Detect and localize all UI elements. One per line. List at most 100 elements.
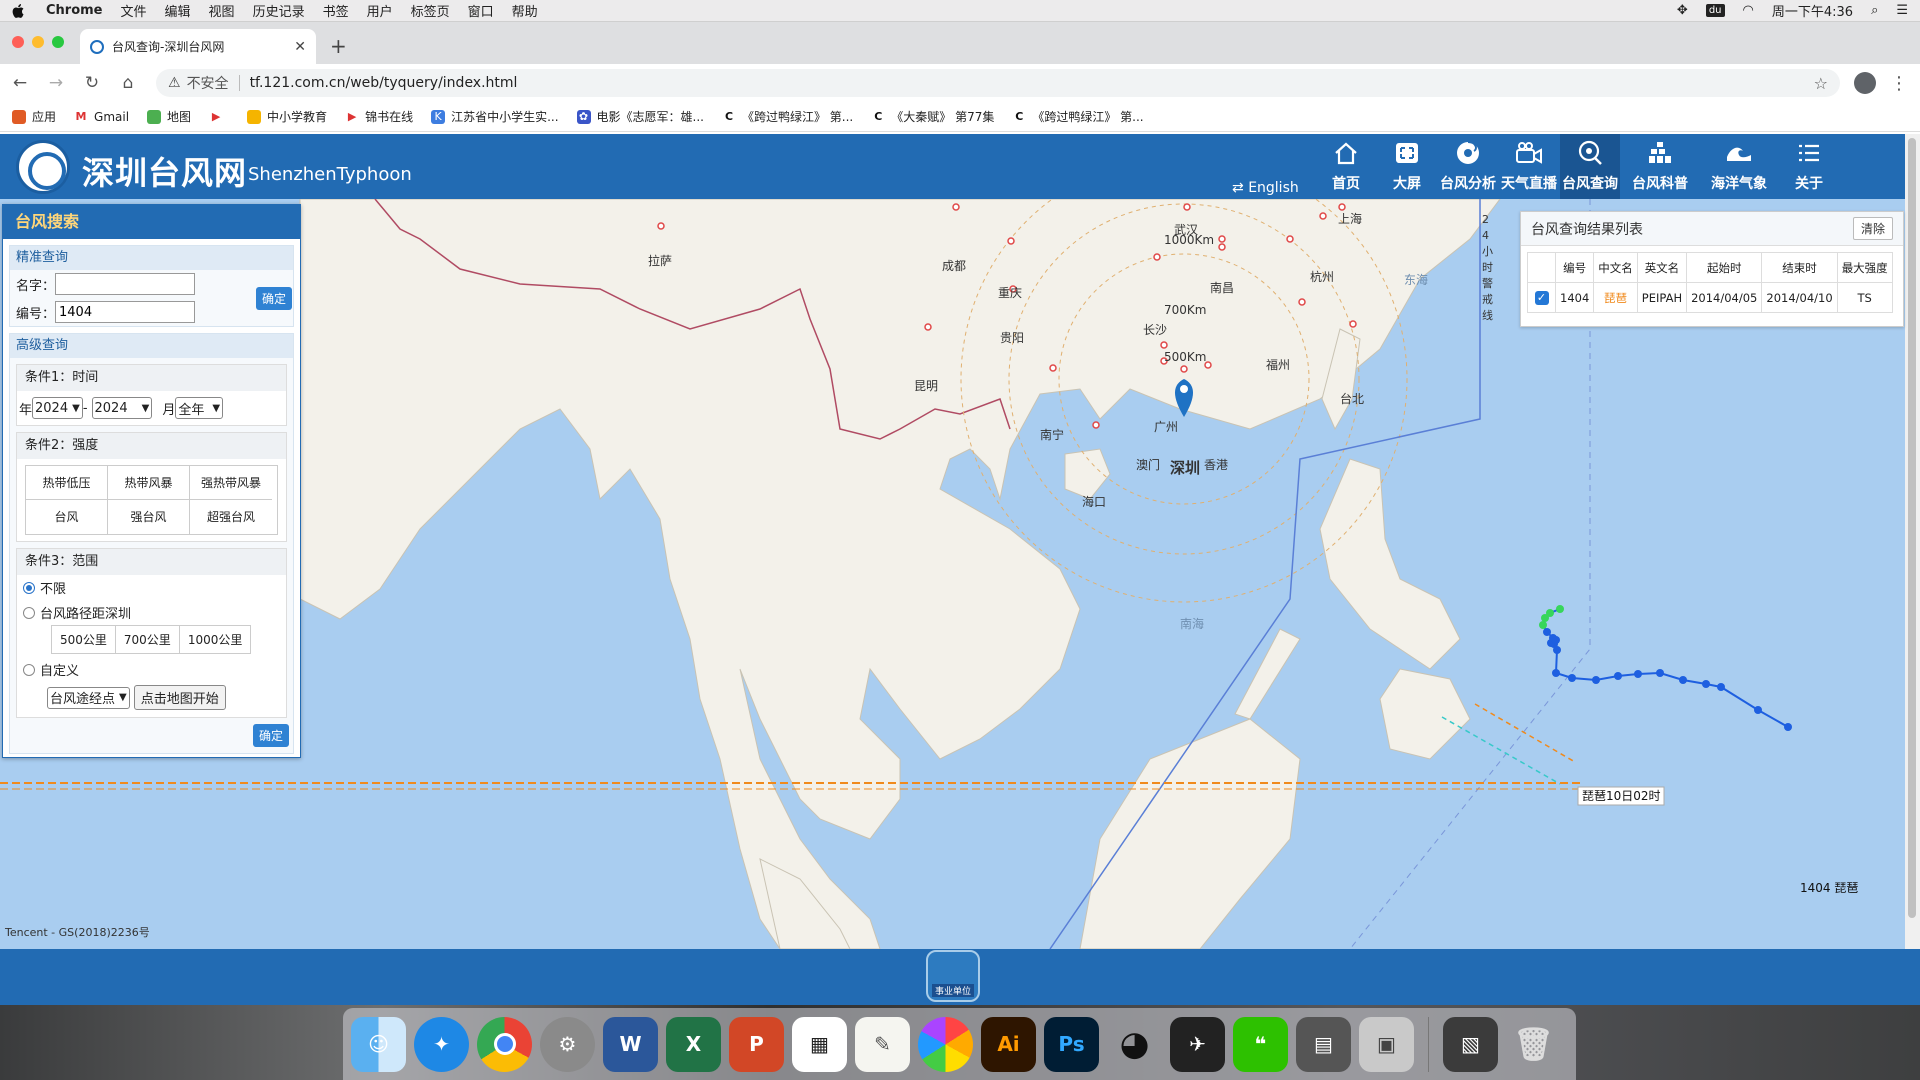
track-point[interactable] [1546,609,1554,617]
row-checkbox[interactable]: ✓ [1534,291,1549,305]
menu-help[interactable]: 帮助 [512,1,538,20]
url-text[interactable]: tf.121.com.cn/web/tyquery/index.html [250,75,518,91]
spotlight-icon[interactable]: ⌕ [1871,3,1878,18]
word-icon[interactable]: W [603,1016,658,1072]
range-option-custom[interactable]: 自定义 [17,657,286,682]
minimize-window-button[interactable] [32,36,44,48]
row-cn-name[interactable]: 琵琶 [1593,282,1638,313]
track-point[interactable] [1552,669,1560,677]
excel-icon[interactable]: X [666,1016,721,1072]
month-select[interactable]: 全年 ▼ [175,397,224,419]
typhoon-track-label[interactable]: 1404 琵琶 [1800,881,1858,895]
chrome-icon[interactable] [477,1016,532,1072]
range-option-distance[interactable]: 台风路径距深圳 [17,600,286,625]
bookmark-jiangsu[interactable]: K 江苏省中小学生实... [431,108,559,125]
year-from-select[interactable]: 2024 ▼ [32,397,83,419]
strength-sty-button[interactable]: 强台风 [108,500,190,534]
distance-1000-button[interactable]: 1000公里 [179,626,251,653]
strength-sts-button[interactable]: 强热带风暴 [190,466,272,500]
archive-utility-icon[interactable]: ▣ [1359,1016,1414,1072]
track-point[interactable] [1543,628,1551,636]
reload-icon[interactable]: ↻ [84,73,100,93]
textedit-icon[interactable]: ✎ [855,1016,910,1072]
bookmark-drama-2[interactable]: C 《大秦赋》 第77集 [871,108,994,125]
strength-ty-button[interactable]: 台风 [26,500,108,534]
bookmark-movie[interactable]: ✿ 电影《志愿军：雄... [576,108,704,125]
trash-icon[interactable]: 🗑 [1506,1017,1561,1072]
nav-about[interactable]: 关于 [1779,134,1839,199]
warning-icon[interactable]: ⚠ [168,75,181,91]
bookmark-star-icon[interactable]: ☆ [1814,74,1828,93]
strength-supty-button[interactable]: 超强台风 [190,500,272,534]
track-point[interactable] [1568,674,1576,682]
nav-ocean[interactable]: 海洋气象 [1700,134,1778,199]
bookmark-apps[interactable]: 应用 [12,108,56,125]
page-scrollbar[interactable] [1905,134,1920,949]
nav-live[interactable]: 天气直播 [1499,134,1559,199]
strength-td-button[interactable]: 热带低压 [26,466,108,500]
powerpoint-icon[interactable]: P [729,1016,784,1072]
year-to-select[interactable]: 2024 ▼ [91,397,153,419]
start-map-click-button[interactable]: 点击地图开始 [133,685,226,710]
nav-science[interactable]: 台风科普 [1621,134,1699,199]
custom-type-select[interactable]: 台风途经点 ▼ [47,686,130,709]
wechat-icon[interactable]: ❝ [1233,1016,1288,1072]
track-point[interactable] [1556,605,1564,613]
number-input[interactable] [55,301,196,323]
nav-analysis[interactable]: 台风分析 [1438,134,1498,199]
bookmark-play[interactable]: ▶ [209,109,229,124]
new-tab-button[interactable]: + [330,34,347,58]
nav-home[interactable]: 首页 [1316,134,1376,199]
illustrator-icon[interactable]: Ai [981,1016,1036,1072]
clock[interactable]: 周一下午4:36 [1772,1,1853,20]
radio-custom[interactable] [23,663,35,676]
range-option-unlimited[interactable]: 不限 [17,575,286,600]
bookmark-education[interactable]: 中小学教育 [247,108,327,125]
bookmark-maps[interactable]: 地图 [147,108,191,125]
notification-center-icon[interactable]: ☰ [1896,3,1908,18]
public-institution-emblem[interactable]: 事业单位 [926,950,980,1002]
bookmark-jinshu[interactable]: ▶ 锦书在线 [345,108,413,125]
browser-tab[interactable]: 台风查询-深圳台风网 ✕ [80,29,316,64]
track-point[interactable] [1656,669,1664,677]
close-window-button[interactable] [12,36,24,48]
clear-results-button[interactable]: 清除 [1852,217,1893,240]
advanced-confirm-button[interactable]: 确定 [252,724,289,747]
feishu-icon[interactable]: ✈ [1170,1016,1225,1072]
strength-ts-button[interactable]: 热带风暴 [108,466,190,500]
home-icon[interactable]: ⌂ [120,73,136,93]
bookmark-drama-1[interactable]: C 《跨过鸭绿江》 第... [721,108,853,125]
menu-edit[interactable]: 编辑 [165,1,191,20]
track-point[interactable] [1634,670,1642,678]
system-preferences-icon[interactable]: ⚙ [540,1016,595,1072]
bookmark-gmail[interactable]: M Gmail [74,109,129,124]
menu-users[interactable]: 用户 [367,1,393,20]
address-bar[interactable]: ⚠ 不安全 tf.121.com.cn/web/tyquery/index.ht… [156,69,1840,97]
calculator-icon[interactable]: ▤ [1296,1016,1351,1072]
scrollbar-thumb[interactable] [1908,138,1916,918]
distance-700-button[interactable]: 700公里 [115,626,180,653]
track-point[interactable] [1754,706,1762,714]
forward-icon[interactable]: → [48,73,64,93]
safari-icon[interactable]: ✦ [414,1016,469,1072]
menu-app[interactable]: Chrome [46,3,103,18]
name-input[interactable] [55,273,196,295]
profile-avatar[interactable] [1854,72,1876,94]
close-tab-icon[interactable]: ✕ [294,39,306,55]
track-point[interactable] [1592,676,1600,684]
photos-icon[interactable] [918,1016,973,1072]
downloads-folder-icon[interactable]: ▧ [1443,1016,1498,1072]
track-point[interactable] [1702,680,1710,688]
calendar-icon[interactable]: ▦ [792,1016,847,1072]
typhoon-time-label[interactable]: 琵琶10日02时 [1582,789,1661,803]
zoom-window-button[interactable] [52,36,64,48]
table-row[interactable]: ✓ 1404 琵琶 PEIPAH 2014/04/05 2014/04/10 T… [1527,282,1893,313]
nav-bigscreen[interactable]: 大屏 [1377,134,1437,199]
track-point[interactable] [1614,672,1622,680]
back-icon[interactable]: ← [12,73,28,93]
menu-file[interactable]: 文件 [121,1,147,20]
exact-confirm-button[interactable]: 确定 [256,286,293,310]
site-logo[interactable] [16,140,70,194]
move-icon[interactable]: ✥ [1677,3,1688,18]
distance-500-button[interactable]: 500公里 [52,626,116,653]
